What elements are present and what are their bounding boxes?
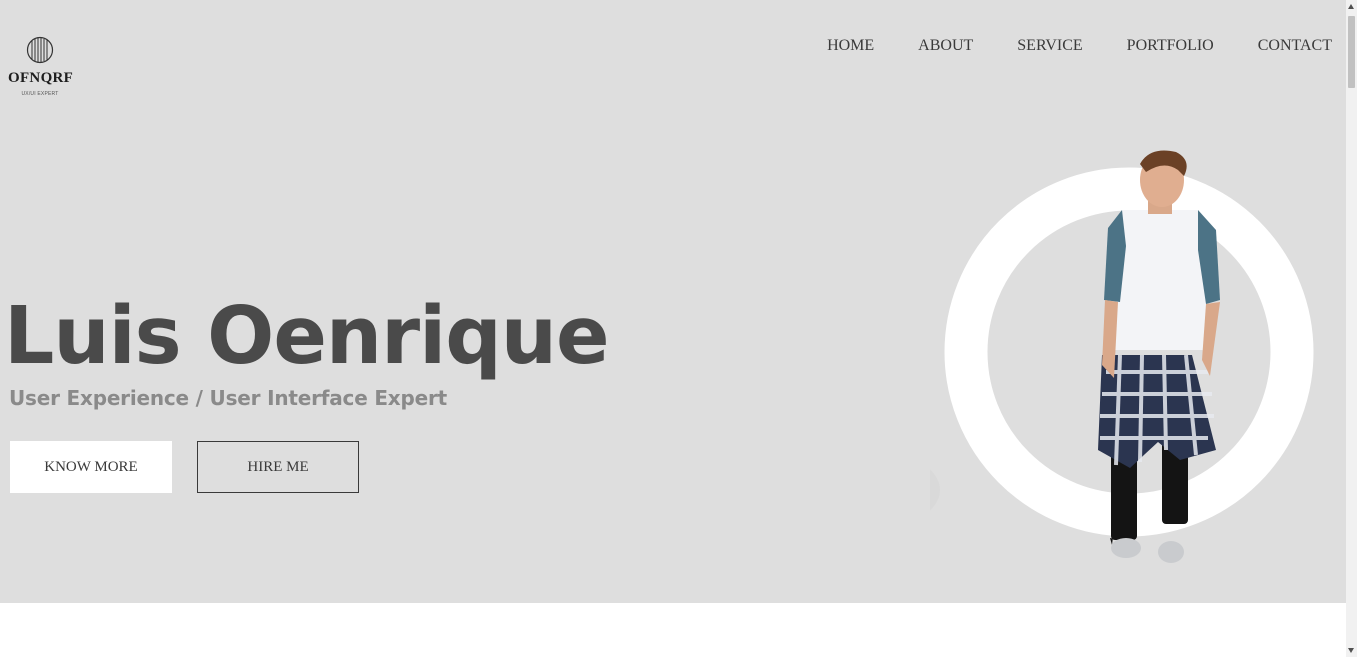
portrait-illustration <box>930 150 1314 563</box>
tshirt-body <box>1110 210 1210 350</box>
striped-globe-icon <box>26 36 54 64</box>
hero-portrait <box>930 150 1330 580</box>
logo[interactable]: OFNQRF UX/UI EXPERT <box>8 36 74 97</box>
nav-item-contact[interactable]: CONTACT <box>1258 37 1332 55</box>
brand-name: OFNQRF <box>8 70 74 86</box>
nav-item-portfolio[interactable]: PORTFOLIO <box>1127 37 1214 55</box>
vertical-scrollbar[interactable] <box>1346 0 1357 657</box>
nav-item-service[interactable]: SERVICE <box>1017 37 1082 55</box>
hero-subtitle: User Experience / User Interface Expert <box>9 386 448 410</box>
shadow-shape <box>930 469 940 511</box>
scroll-up-icon[interactable] <box>1348 4 1354 9</box>
scroll-thumb[interactable] <box>1348 16 1355 88</box>
main-nav: HOME ABOUT SERVICE PORTFOLIO CONTACT <box>827 37 1332 55</box>
brand-tagline: UX/UI EXPERT <box>21 91 59 97</box>
know-more-button[interactable]: KNOW MORE <box>10 441 172 493</box>
hero-section: OFNQRF UX/UI EXPERT HOME ABOUT SERVICE P… <box>0 0 1346 603</box>
next-section <box>0 603 1346 657</box>
hero-name: Luis Oenrique <box>4 290 610 382</box>
shoe-left <box>1111 538 1141 558</box>
nav-item-about[interactable]: ABOUT <box>918 37 973 55</box>
hire-me-button[interactable]: HIRE ME <box>197 441 359 493</box>
nav-item-home[interactable]: HOME <box>827 37 874 55</box>
scroll-down-icon[interactable] <box>1348 648 1354 653</box>
shoe-right <box>1158 541 1184 563</box>
